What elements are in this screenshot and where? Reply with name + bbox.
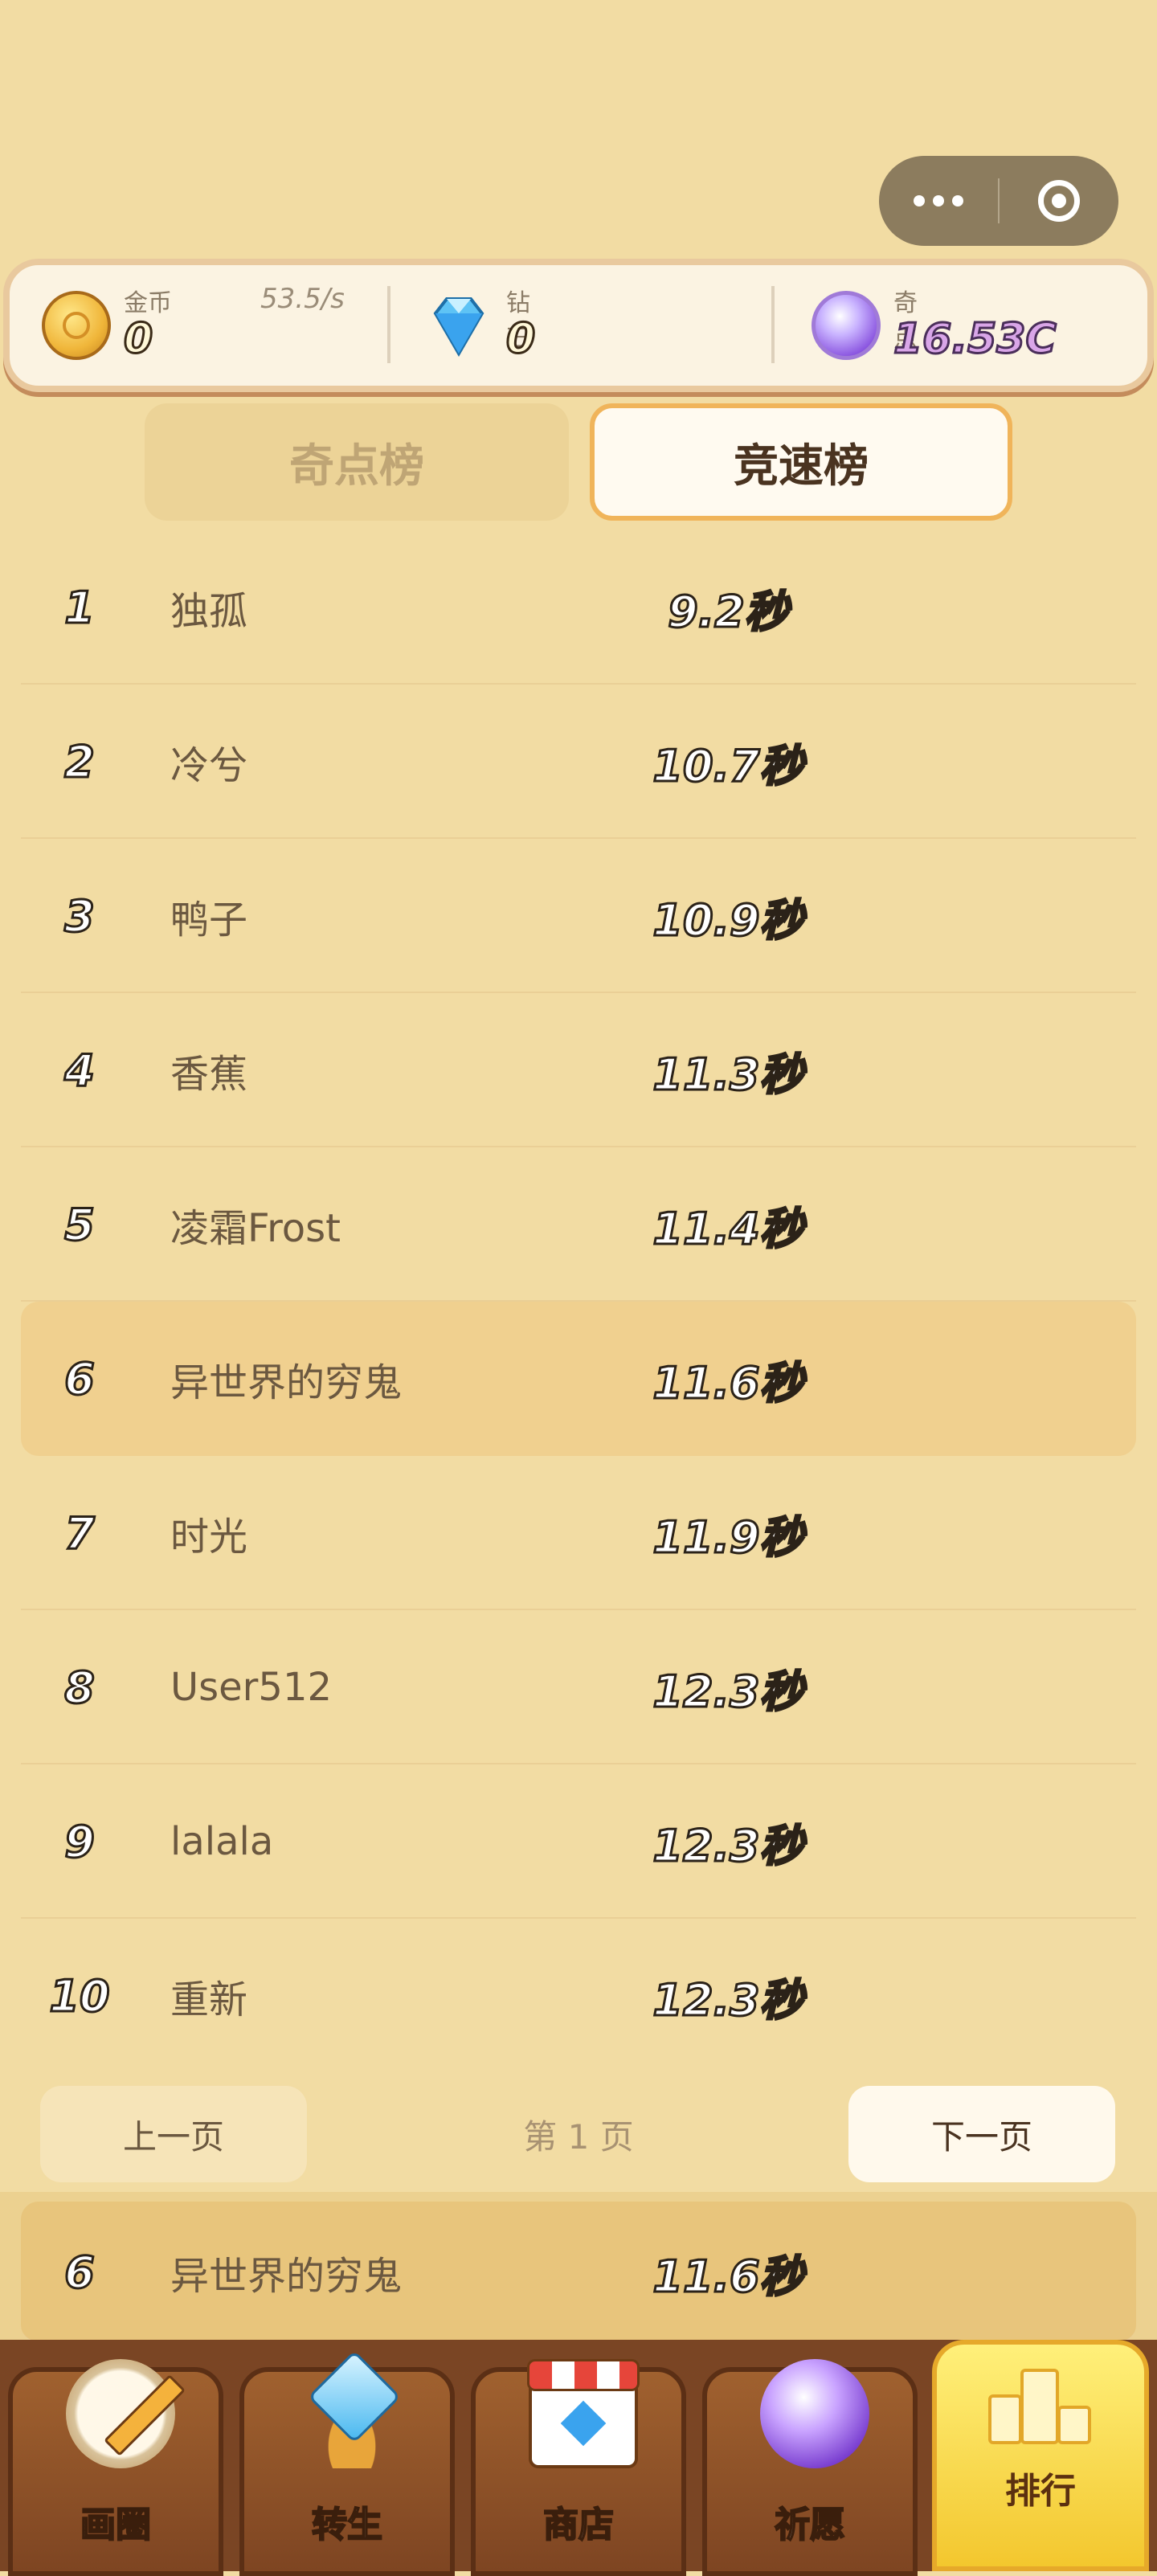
player-name: 鸭子: [170, 898, 248, 942]
next-page-button[interactable]: 下一页: [848, 2086, 1115, 2182]
nav-label: 排行: [1005, 2471, 1076, 2512]
target-icon: [1038, 180, 1080, 222]
miniprogram-capsule: [879, 156, 1118, 246]
my-rank-row: 6 异世界的穷鬼 11.6秒: [21, 2202, 1136, 2343]
player-name: 重新: [170, 1977, 248, 2022]
leaderboard-list: 1 独孤 9.2秒 2 冷兮 10.7秒 3 鸭子 10.9秒 4 香蕉 11.…: [21, 530, 1136, 2073]
tab-speed-ranking[interactable]: 竞速榜: [590, 403, 1012, 521]
player-name: 凌霜Frost: [170, 1206, 341, 1251]
divider: [771, 286, 775, 363]
podium-icon: [988, 2367, 1093, 2444]
pencil-icon: [66, 2359, 175, 2468]
player-name: lalala: [170, 1819, 274, 1864]
player-name: 香蕉: [170, 1052, 248, 1097]
page-indicator: 第 1 页: [523, 2116, 634, 2157]
rank-number: 10: [48, 1969, 111, 2022]
leaderboard-row: 9 lalala 12.3秒: [21, 1764, 1136, 1919]
prev-page-button[interactable]: 上一页: [40, 2086, 307, 2182]
rank-number: 2: [63, 735, 96, 788]
race-time: 11.3秒: [652, 1048, 804, 1101]
pagination: 上一页 第 1 页 下一页: [0, 2086, 1157, 2182]
race-time: 12.3秒: [652, 1819, 804, 1872]
wish-orb-icon: [760, 2359, 869, 2468]
nav-shop[interactable]: 商店: [471, 2359, 686, 2576]
nav-label: 转生: [311, 2504, 383, 2546]
nav-label: 祈愿: [774, 2504, 846, 2546]
race-time: 10.9秒: [652, 893, 804, 947]
player-name: 冷兮: [170, 743, 248, 788]
rank-number: 5: [63, 1198, 96, 1251]
player-name: 异世界的穷鬼: [170, 1360, 403, 1405]
leaderboard-row: 1 独孤 9.2秒: [21, 530, 1136, 685]
diamond-value: 0: [505, 314, 536, 365]
player-name: User512: [170, 1665, 333, 1710]
race-time: 11.9秒: [652, 1511, 804, 1564]
nav-label: 画圈: [80, 2504, 152, 2546]
leaderboard-row: 2 冷兮 10.7秒: [21, 685, 1136, 839]
leaderboard-row: 8 User512 12.3秒: [21, 1610, 1136, 1764]
qidian-resource: 奇点 16.53C: [10, 265, 1057, 386]
rank-number: 3: [63, 889, 96, 942]
leaderboard-row: 7 时光 11.9秒: [21, 1456, 1136, 1610]
rank-number: 8: [63, 1661, 96, 1714]
close-miniprogram-button[interactable]: [1000, 156, 1118, 246]
rank-number: 9: [63, 1815, 96, 1868]
rebirth-icon: [297, 2359, 407, 2468]
race-time: 12.3秒: [652, 1665, 804, 1718]
race-time: 9.2秒: [667, 585, 790, 638]
nav-draw-circle[interactable]: 画圈: [8, 2359, 223, 2576]
leaderboard-row: 3 鸭子 10.9秒: [21, 839, 1136, 993]
leaderboard-row: 4 香蕉 11.3秒: [21, 993, 1136, 1147]
more-menu-button[interactable]: [879, 156, 998, 246]
my-rank-number: 6: [63, 2246, 96, 2299]
my-player-name: 异世界的穷鬼: [170, 2254, 403, 2299]
race-time: 12.3秒: [652, 1973, 804, 2026]
race-time: 10.7秒: [652, 739, 804, 792]
rank-number: 1: [63, 581, 96, 634]
leaderboard-row-highlighted: 6 异世界的穷鬼 11.6秒: [21, 1302, 1136, 1456]
diamond-icon: [433, 297, 484, 357]
my-race-time: 11.6秒: [652, 2250, 804, 2303]
leaderboard-row: 10 重新 12.3秒: [21, 1919, 1136, 2073]
rank-number: 6: [63, 1352, 96, 1405]
shop-icon: [527, 2359, 640, 2468]
nav-wish[interactable]: 祈愿: [702, 2359, 918, 2576]
player-name: 时光: [170, 1515, 248, 1560]
rank-number: 4: [63, 1044, 96, 1097]
race-time: 11.6秒: [652, 1356, 804, 1409]
race-time: 11.4秒: [652, 1202, 804, 1255]
my-rank-bar: 6 异世界的穷鬼 11.6秒: [0, 2192, 1157, 2349]
nav-rebirth[interactable]: 转生: [239, 2359, 455, 2576]
player-name: 独孤: [170, 589, 248, 634]
rank-number: 7: [63, 1507, 96, 1560]
qidian-value: 16.53C: [893, 314, 1058, 365]
nav-ranking[interactable]: 排行: [932, 2340, 1149, 2571]
resource-bar: 金币 53.5/s 0 钻石 0 奇点 16.53C: [3, 259, 1154, 392]
leaderboard-row: 5 凌霜Frost 11.4秒: [21, 1147, 1136, 1302]
nav-label: 商店: [542, 2504, 615, 2546]
orb-icon: [812, 291, 881, 360]
tab-qidian-ranking[interactable]: 奇点榜: [145, 403, 569, 521]
